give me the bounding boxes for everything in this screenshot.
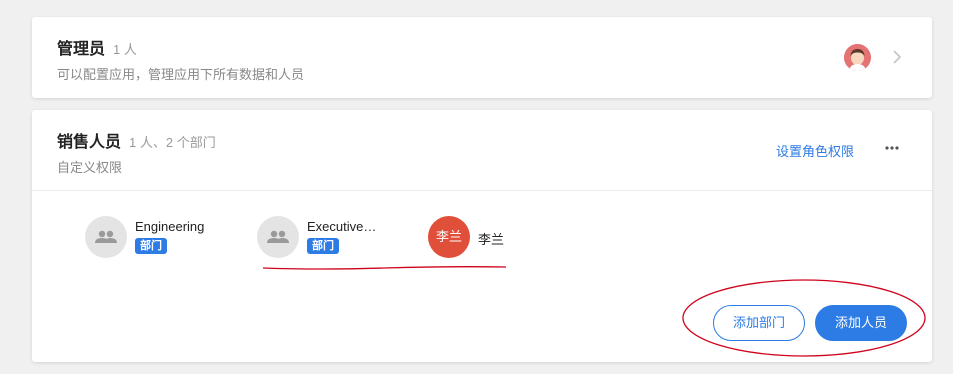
member-name: Engineering xyxy=(135,219,205,234)
member-item-department[interactable]: Executive… 部门 xyxy=(257,216,387,260)
avatar-initials: 李兰 xyxy=(435,229,462,244)
add-member-button[interactable]: 添加人员 xyxy=(815,305,907,341)
department-badge: 部门 xyxy=(135,238,167,254)
member-item-user[interactable]: 李兰 李兰 xyxy=(428,216,528,260)
role-description: 自定义权限 xyxy=(57,160,123,175)
avatar: 李兰 xyxy=(428,216,470,258)
member-item-department[interactable]: Engineering 部门 xyxy=(85,216,215,260)
role-count: 1 人、2 个部门 xyxy=(129,135,216,150)
member-name: Executive… xyxy=(307,219,377,234)
role-title: 管理员 xyxy=(57,41,106,58)
chevron-right-icon[interactable] xyxy=(890,48,904,66)
role-description: 可以配置应用，管理应用下所有数据和人员 xyxy=(57,67,305,82)
more-icon[interactable] xyxy=(884,140,900,156)
department-avatar xyxy=(257,216,299,258)
set-role-permission-link[interactable]: 设置角色权限 xyxy=(776,141,854,160)
department-avatar xyxy=(85,216,127,258)
member-name: 李兰 xyxy=(478,232,505,247)
role-card-sales: 销售人员 1 人、2 个部门 自定义权限 设置角色权限 Engineering 部… xyxy=(32,110,932,362)
group-icon xyxy=(95,230,117,243)
user-avatar-icon xyxy=(844,44,871,71)
add-department-button[interactable]: 添加部门 xyxy=(713,305,805,341)
role-title-row: 销售人员 1 人、2 个部门 xyxy=(57,128,216,152)
divider xyxy=(32,190,932,191)
role-count: 1 人 xyxy=(113,42,137,57)
role-card-admin[interactable]: 管理员 1 人 可以配置应用，管理应用下所有数据和人员 xyxy=(32,17,932,98)
group-icon xyxy=(267,230,289,243)
role-title-row: 管理员 1 人 xyxy=(57,35,137,59)
role-title: 销售人员 xyxy=(57,134,122,151)
avatar[interactable] xyxy=(844,44,871,71)
department-badge: 部门 xyxy=(307,238,339,254)
